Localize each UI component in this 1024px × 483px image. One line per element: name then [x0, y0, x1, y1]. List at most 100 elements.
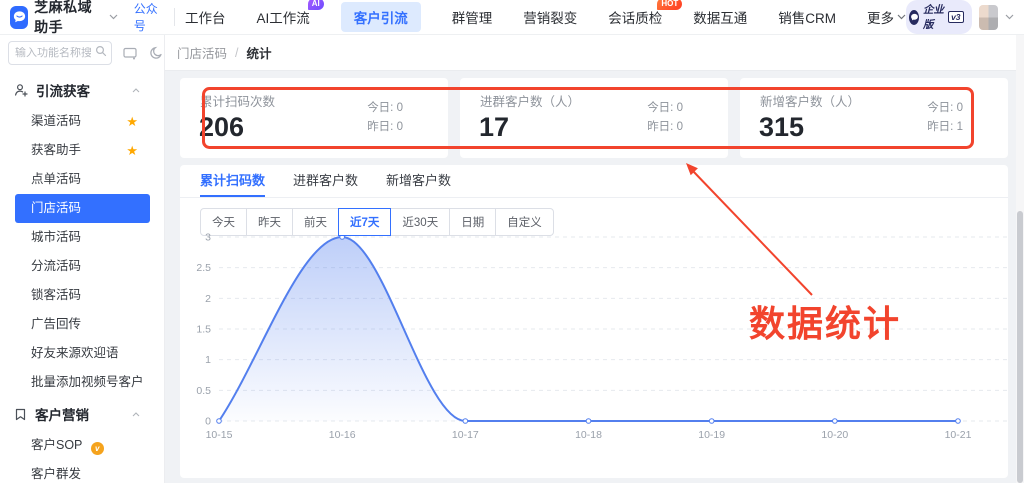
tab-group-customers[interactable]: 进群客户数 — [293, 165, 358, 197]
search-box[interactable] — [8, 41, 112, 65]
stat-today-value: 0 — [677, 102, 683, 114]
svg-text:10-15: 10-15 — [206, 429, 233, 441]
stat-today-value: 0 — [397, 102, 403, 114]
area-chart[interactable]: 00.511.522.5310-1510-1610-1710-1810-1910… — [180, 229, 1008, 449]
account-chevron-down-icon[interactable] — [1005, 14, 1014, 20]
user-add-icon — [14, 83, 28, 97]
sidebar-item-acquisition-assistant[interactable]: 获客助手 ★ — [0, 136, 164, 165]
breadcrumb: 门店活码 / 统计 — [165, 35, 1024, 71]
star-icon[interactable]: ★ — [126, 136, 138, 165]
svg-text:10-20: 10-20 — [821, 429, 848, 441]
nav-item-chat-inspection[interactable]: 会话质检 HOT — [608, 7, 662, 27]
sidebar-item-label: 点单活码 — [31, 172, 81, 186]
nav-item-data-sync[interactable]: 数据互通 — [693, 7, 747, 27]
plan-logo-icon — [909, 10, 919, 25]
chevron-down-icon — [897, 14, 906, 20]
stat-value: 17 — [479, 112, 509, 143]
sidebar-item-split-qr[interactable]: 分流活码 — [0, 252, 164, 281]
stat-title: 新增客户数（人） — [760, 91, 860, 110]
stat-yesterday-label: 昨日: — [927, 121, 953, 133]
sidebar-item-label: 广告回传 — [31, 317, 81, 331]
nav-item-group-management[interactable]: 群管理 — [452, 7, 493, 27]
svg-text:0: 0 — [205, 416, 211, 428]
main-content: 累计扫码次数 206 今日: 0 昨日: 0 进群客户数（人） 17 今日: 0… — [165, 71, 1024, 483]
sidebar-section-customer-marketing[interactable]: 客户营销 — [0, 397, 164, 431]
stat-side: 今日: 0 昨日: 0 — [647, 99, 683, 137]
svg-text:10-19: 10-19 — [698, 429, 725, 441]
stat-today-value: 0 — [957, 102, 963, 114]
search-icon — [95, 44, 107, 62]
scrollbar-thumb[interactable] — [1017, 211, 1023, 483]
stat-today-label: 今日: — [367, 102, 393, 114]
brand-area[interactable]: 芝麻私域助手 公众号 — [10, 0, 162, 37]
nav-item-label: 数据互通 — [693, 11, 747, 26]
stat-value: 206 — [199, 112, 244, 143]
account-area: 企业版 v3 — [906, 0, 1014, 34]
nav-item-workbench[interactable]: 工作台 — [185, 7, 226, 27]
svg-text:10-17: 10-17 — [452, 429, 479, 441]
sidebar-item-customer-mass-send[interactable]: 客户群发 — [0, 460, 164, 483]
panel-toggle-icon[interactable] — [123, 47, 138, 60]
stat-today-label: 今日: — [647, 102, 673, 114]
plan-name: 企业版 — [923, 2, 944, 32]
stat-yesterday-label: 昨日: — [647, 121, 673, 133]
sidebar-item-batch-add-video-customers[interactable]: 批量添加视频号客户 — [0, 368, 164, 397]
svg-text:10-18: 10-18 — [575, 429, 602, 441]
sidebar-item-label: 分流活码 — [31, 259, 81, 273]
nav-item-marketing-fission[interactable]: 营销裂变 — [523, 7, 577, 27]
sidebar-item-label: 门店活码 — [31, 201, 81, 215]
top-nav-bar: 芝麻私域助手 公众号 工作台 AI工作流 AI 客户引流 群管理 营销裂变 — [0, 0, 1024, 35]
filter-last-7-days[interactable]: 近7天 — [338, 208, 391, 236]
chevron-up-icon — [132, 88, 140, 93]
medal-icon: v — [91, 442, 104, 455]
sidebar-item-customer-sop[interactable]: 客户SOP v — [0, 431, 164, 460]
stat-side: 今日: 0 昨日: 1 — [927, 99, 963, 137]
stat-value: 315 — [759, 112, 804, 143]
nav-item-customer-acquisition[interactable]: 客户引流 — [341, 2, 421, 32]
sidebar-item-friend-source-welcome[interactable]: 好友来源欢迎语 — [0, 339, 164, 368]
tab-new-customers[interactable]: 新增客户数 — [386, 165, 451, 197]
sidebar-item-store-qr[interactable]: 门店活码 — [15, 194, 150, 223]
svg-text:10-16: 10-16 — [329, 429, 356, 441]
nav-item-ai-workflow[interactable]: AI工作流 AI — [257, 7, 310, 27]
sidebar-item-order-qr[interactable]: 点单活码 — [0, 165, 164, 194]
moon-icon[interactable] — [149, 46, 163, 60]
search-input[interactable] — [15, 47, 91, 59]
svg-text:10-21: 10-21 — [945, 429, 972, 441]
nav-item-label: 客户引流 — [354, 11, 408, 26]
tab-scan-total[interactable]: 累计扫码数 — [200, 165, 265, 197]
nav-item-sales-crm[interactable]: 销售CRM — [778, 7, 836, 27]
app-title: 芝麻私域助手 — [34, 0, 103, 37]
nav-item-more[interactable]: 更多 — [867, 7, 906, 27]
plan-badge: 企业版 v3 — [906, 0, 972, 34]
sidebar-item-label: 锁客活码 — [31, 288, 81, 302]
brand-chevron-down-icon[interactable] — [109, 14, 118, 20]
sidebar-section-title: 客户营销 — [35, 404, 132, 424]
sidebar-section-title: 引流获客 — [36, 80, 132, 100]
sidebar-item-lock-customer-qr[interactable]: 锁客活码 — [0, 281, 164, 310]
plan-version: v3 — [948, 11, 963, 23]
stat-title: 累计扫码次数 — [200, 91, 275, 110]
sidebar-item-channel-qr[interactable]: 渠道活码 ★ — [0, 107, 164, 136]
channel-switch[interactable]: 公众号 — [134, 0, 162, 34]
sidebar-item-label: 获客助手 — [31, 143, 81, 157]
breadcrumb-parent[interactable]: 门店活码 — [177, 43, 227, 62]
nav-item-label: 销售CRM — [778, 11, 836, 26]
sidebar-item-label: 渠道活码 — [31, 114, 81, 128]
sidebar-item-ad-callback[interactable]: 广告回传 — [0, 310, 164, 339]
star-icon[interactable]: ★ — [126, 107, 138, 136]
nav-item-label: 群管理 — [452, 11, 493, 26]
stat-card-group-customers: 进群客户数（人） 17 今日: 0 昨日: 0 — [460, 78, 728, 158]
sidebar-item-label: 客户群发 — [31, 467, 81, 481]
nav-item-label: 更多 — [867, 7, 894, 27]
stat-cards: 累计扫码次数 206 今日: 0 昨日: 0 进群客户数（人） 17 今日: 0… — [180, 78, 1008, 158]
chart-panel: 累计扫码数 进群客户数 新增客户数 今天 昨天 前天 近7天 近30天 日期 自… — [180, 165, 1008, 478]
sidebar-section-acquisition[interactable]: 引流获客 — [0, 73, 164, 107]
scrollbar-track[interactable] — [1016, 35, 1024, 483]
sidebar-item-city-qr[interactable]: 城市活码 — [0, 223, 164, 252]
stat-yesterday-label: 昨日: — [367, 121, 393, 133]
sidebar-item-label: 批量添加视频号客户 — [31, 375, 144, 389]
stat-card-scan-total: 累计扫码次数 206 今日: 0 昨日: 0 — [180, 78, 448, 158]
avatar[interactable] — [979, 5, 998, 30]
primary-nav: 工作台 AI工作流 AI 客户引流 群管理 营销裂变 会话质检 HOT 数据互通 — [185, 2, 906, 32]
